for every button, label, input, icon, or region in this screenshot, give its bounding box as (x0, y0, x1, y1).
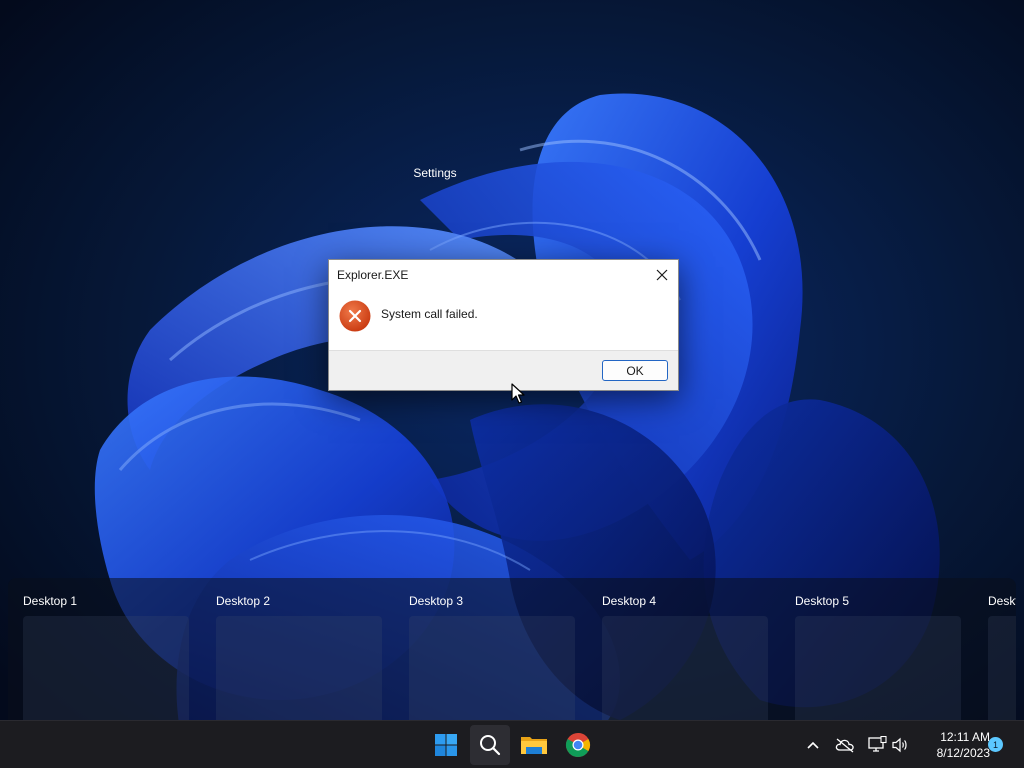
dialog-titlebar[interactable]: Explorer.EXE (329, 260, 678, 289)
search-button[interactable] (470, 725, 510, 765)
desktop-thumbnail[interactable] (216, 616, 382, 720)
desktop-screen: Settings Explorer.EXE System call failed… (0, 0, 1024, 768)
desktop-tile-5[interactable]: Desktop 5 (788, 578, 963, 720)
clock[interactable]: 12:11 AM 8/12/2023 (918, 729, 990, 761)
chevron-up-icon (807, 741, 819, 749)
desktop-tile-3[interactable]: Desktop 3 (402, 578, 577, 720)
ok-button[interactable]: OK (602, 360, 668, 381)
onedrive-tray-button[interactable] (835, 735, 855, 755)
start-button[interactable] (426, 725, 466, 765)
error-icon (339, 300, 371, 332)
mouse-cursor-icon (511, 383, 525, 404)
error-dialog: Explorer.EXE System call failed. OK (328, 259, 679, 391)
task-view-desktops: Desktop 1 Desktop 2 Desktop 3 Desktop 4 … (8, 578, 1016, 720)
show-hidden-icons-button[interactable] (803, 735, 823, 755)
desktop-thumbnail[interactable] (409, 616, 575, 720)
desktop-thumbnail[interactable] (795, 616, 961, 720)
error-message: System call failed. (381, 307, 478, 321)
chrome-button[interactable] (558, 725, 598, 765)
desktop-label: Desktop 4 (602, 594, 657, 608)
desktop-label: Desktop 5 (795, 594, 850, 608)
folder-icon (521, 737, 547, 754)
desktop-label: Desktop 1 (23, 594, 78, 608)
desktop-tile-6[interactable]: Deskt (981, 578, 1016, 720)
desktop-tile-1[interactable]: Desktop 1 (16, 578, 191, 720)
desktop-tile-2[interactable]: Desktop 2 (209, 578, 384, 720)
taskbar: 12:11 AM 8/12/2023 1 (0, 720, 1024, 768)
volume-tray-button[interactable] (890, 735, 910, 755)
search-icon (480, 735, 501, 756)
file-explorer-button[interactable] (514, 725, 554, 765)
floating-window-label: Settings (413, 166, 457, 180)
desktop-thumbnail[interactable] (23, 616, 189, 720)
network-tray-button[interactable] (867, 735, 887, 755)
notification-badge[interactable]: 1 (988, 737, 1003, 752)
clock-time: 12:11 AM (940, 730, 990, 744)
close-button[interactable] (646, 260, 678, 289)
windows-logo-icon (435, 734, 457, 756)
network-icon (868, 736, 887, 752)
dialog-body: System call failed. (329, 289, 678, 351)
chrome-icon (565, 733, 591, 758)
clock-date: 8/12/2023 (936, 746, 990, 760)
speaker-icon (892, 737, 907, 753)
dialog-title: Explorer.EXE (337, 268, 409, 282)
desktop-label: Deskt (988, 594, 1016, 608)
desktop-tile-4[interactable]: Desktop 4 (595, 578, 770, 720)
desktop-thumbnail[interactable] (602, 616, 768, 720)
desktop-label: Desktop 2 (216, 594, 271, 608)
close-icon (656, 269, 668, 280)
desktop-label: Desktop 3 (409, 594, 464, 608)
desktop-thumbnail[interactable] (988, 616, 1016, 720)
cloud-offline-icon (835, 738, 854, 753)
